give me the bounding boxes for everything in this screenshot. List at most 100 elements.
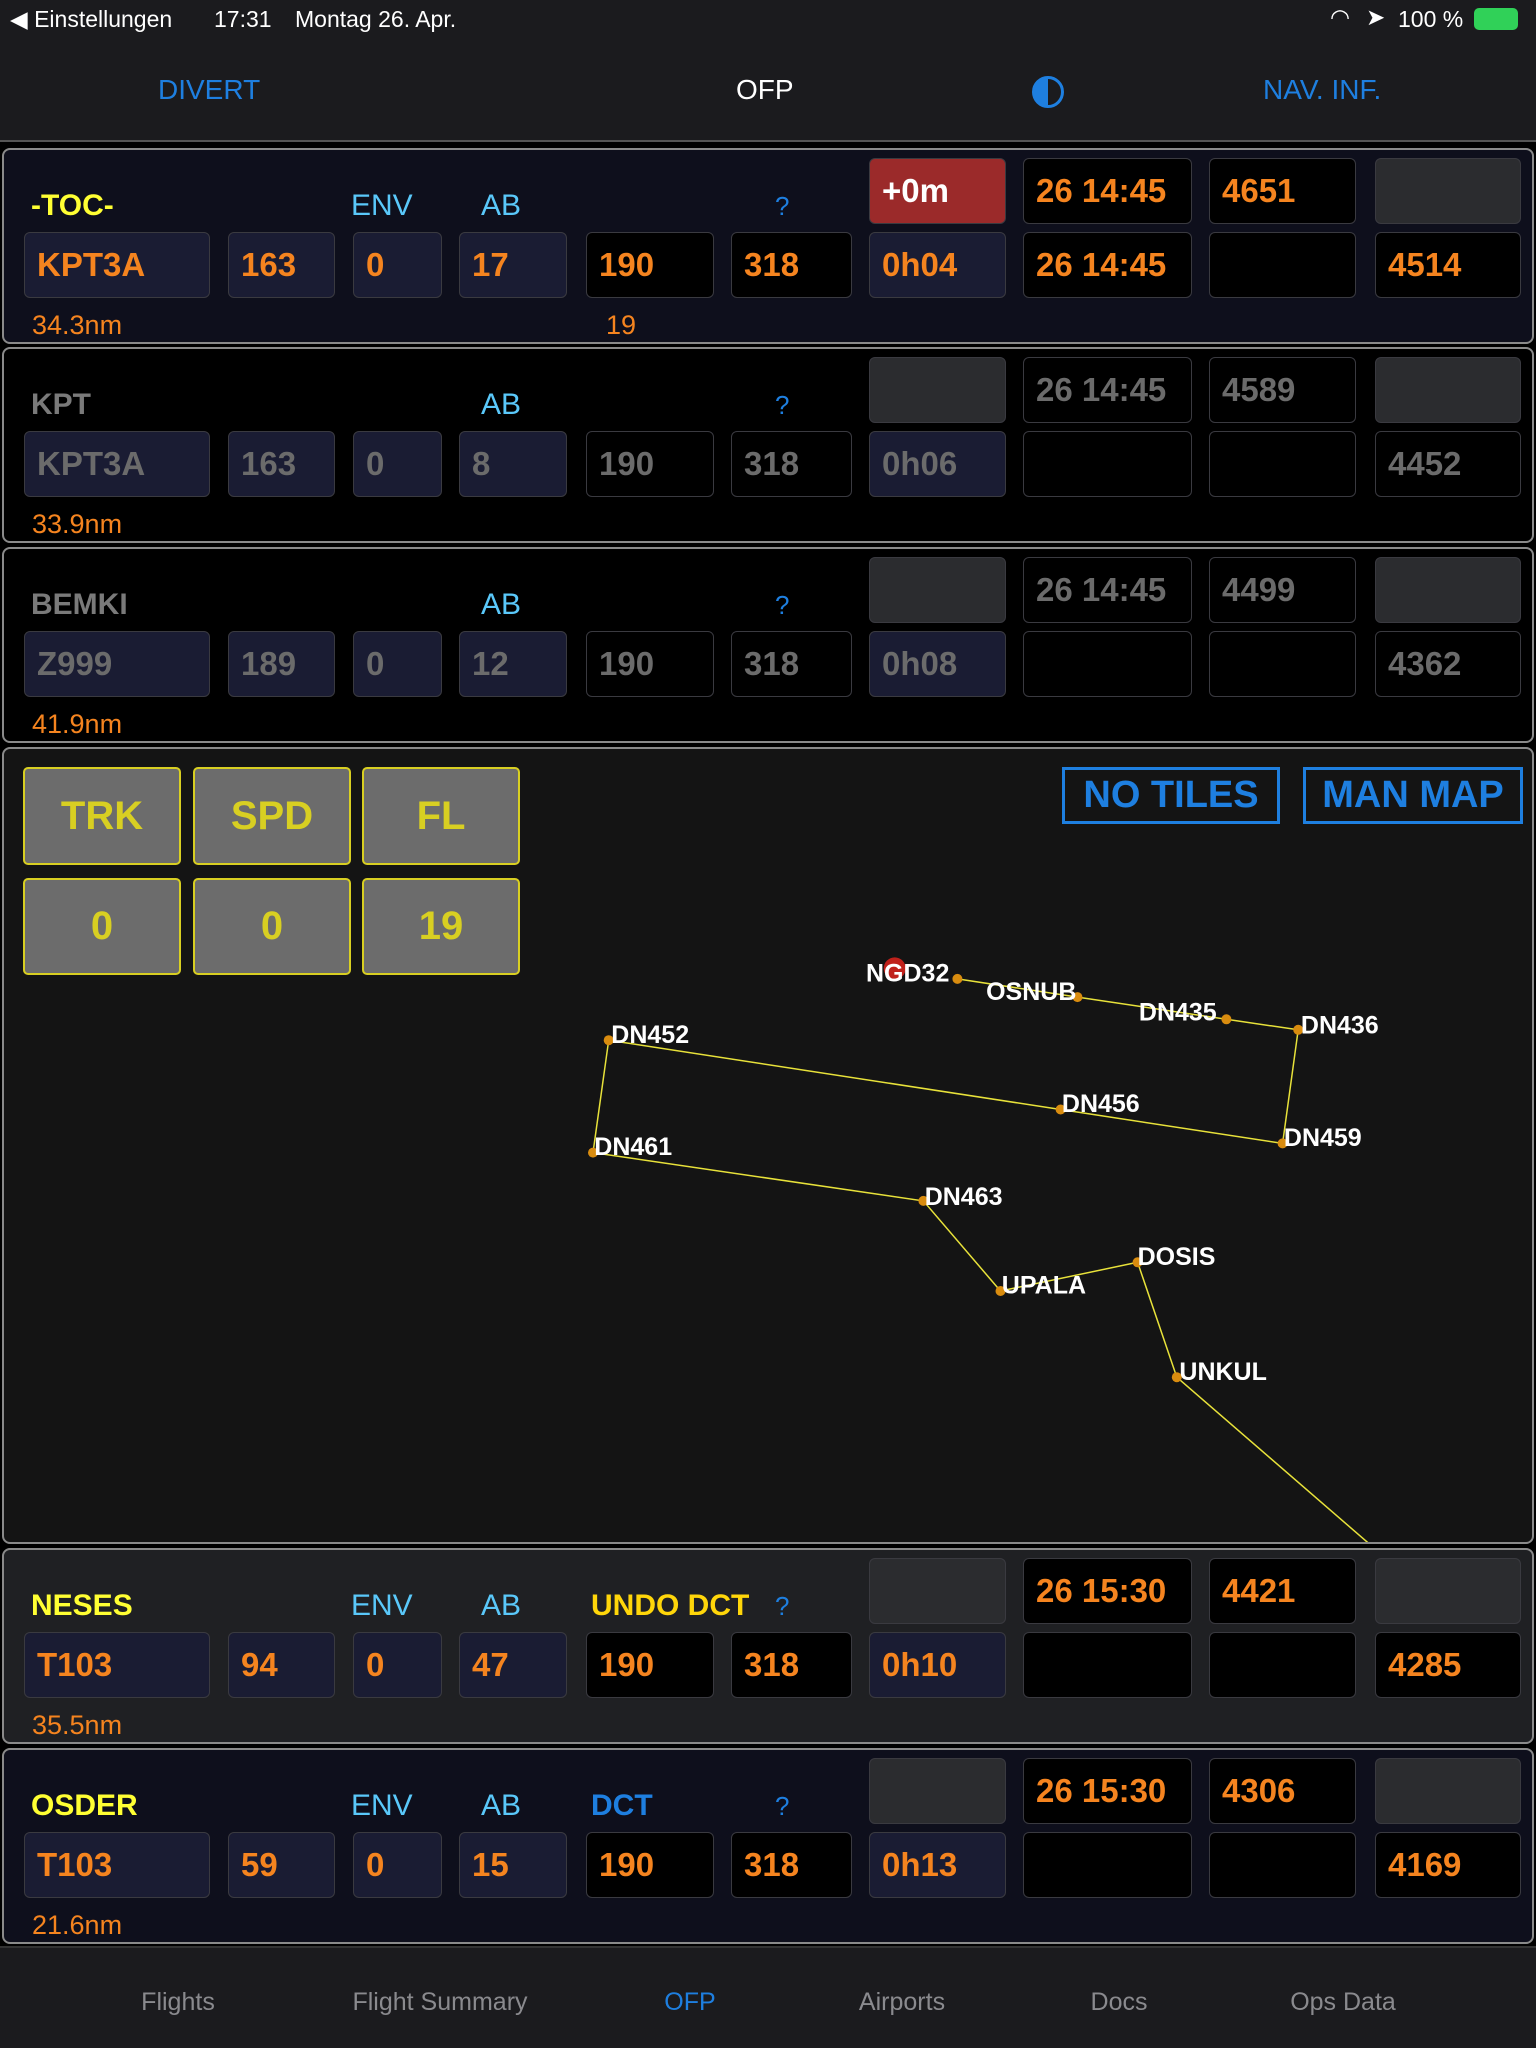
bottom-value-cell[interactable]: 26 14:45	[1023, 232, 1192, 298]
help-button[interactable]: ?	[775, 587, 789, 623]
top-value-cell[interactable]	[1375, 1558, 1521, 1624]
ab-label[interactable]: AB	[481, 587, 521, 623]
fl-value[interactable]: 19	[362, 878, 520, 975]
bottom-value-cell[interactable]: 318	[731, 232, 852, 298]
top-value-cell[interactable]	[869, 1558, 1006, 1624]
top-value-cell[interactable]: 26 15:30	[1023, 1758, 1192, 1824]
top-value-cell[interactable]	[1375, 158, 1521, 224]
help-button[interactable]: ?	[775, 1588, 789, 1624]
bottom-value-cell[interactable]: 0h13	[869, 1832, 1006, 1898]
ab-label[interactable]: AB	[481, 387, 521, 423]
top-value-cell[interactable]	[869, 1758, 1006, 1824]
bottom-value-cell[interactable]: 0	[353, 431, 442, 497]
bottom-value-cell[interactable]: 190	[586, 1632, 714, 1698]
nav-inf-button[interactable]: NAV. INF.	[1263, 74, 1381, 106]
bottom-value-cell[interactable]	[1209, 1632, 1356, 1698]
bottom-value-cell[interactable]: 163	[228, 431, 335, 497]
top-value-cell[interactable]: +0m	[869, 158, 1006, 224]
bottom-value-cell[interactable]: 4362	[1375, 631, 1521, 697]
bottom-value-cell[interactable]	[1023, 1632, 1192, 1698]
ab-label[interactable]: AB	[481, 188, 521, 224]
help-button[interactable]: ?	[775, 1788, 789, 1824]
top-value-cell[interactable]: 4499	[1209, 557, 1356, 623]
tab-ops-data[interactable]: Ops Data	[1290, 1988, 1396, 2017]
tab-airports[interactable]: Airports	[859, 1988, 945, 2017]
bottom-value-cell[interactable]: 163	[228, 232, 335, 298]
bottom-value-cell[interactable]: 318	[731, 431, 852, 497]
help-button[interactable]: ?	[775, 387, 789, 423]
bottom-value-cell[interactable]: Z999	[24, 631, 210, 697]
bottom-value-cell[interactable]: 94	[228, 1632, 335, 1698]
bottom-value-cell[interactable]: 0h06	[869, 431, 1006, 497]
tab-flight-summary[interactable]: Flight Summary	[352, 1988, 527, 2017]
bottom-value-cell[interactable]: 0h04	[869, 232, 1006, 298]
bottom-value-cell[interactable]: 8	[459, 431, 567, 497]
bottom-value-cell[interactable]: 17	[459, 232, 567, 298]
waypoint-row[interactable]: BEMKI AB? 26 14:45 4499 Z999 189 0 12 190 318 0h08…	[2, 547, 1534, 743]
bottom-value-cell[interactable]: 4285	[1375, 1632, 1521, 1698]
waypoint-row[interactable]: -TOC- ENV AB? +0m 26 14:45 4651 KPT3A 163 0 17 190…	[2, 148, 1534, 344]
top-value-cell[interactable]: 4589	[1209, 357, 1356, 423]
bottom-value-cell[interactable]: 190	[586, 232, 714, 298]
bottom-value-cell[interactable]: 318	[731, 631, 852, 697]
spd-value[interactable]: 0	[193, 878, 351, 975]
bottom-value-cell[interactable]: 12	[459, 631, 567, 697]
bottom-value-cell[interactable]: 4169	[1375, 1832, 1521, 1898]
top-value-cell[interactable]	[869, 357, 1006, 423]
top-value-cell[interactable]	[869, 557, 1006, 623]
top-value-cell[interactable]: 26 15:30	[1023, 1558, 1192, 1624]
trk-value[interactable]: 0	[23, 878, 181, 975]
waypoint-row[interactable]: KPT AB? 26 14:45 4589 KPT3A 163 0 8 190 318 0h06 44…	[2, 347, 1534, 543]
env-label[interactable]: ENV	[351, 1588, 413, 1624]
bottom-value-cell[interactable]: 0	[353, 631, 442, 697]
dct-button[interactable]: DCT	[591, 1788, 653, 1824]
bottom-value-cell[interactable]	[1209, 631, 1356, 697]
tab-docs[interactable]: Docs	[1091, 1988, 1148, 2017]
bottom-value-cell[interactable]: 4452	[1375, 431, 1521, 497]
divert-button[interactable]: DIVERT	[158, 74, 260, 106]
tab-flights[interactable]: Flights	[141, 1988, 215, 2017]
no-tiles-button[interactable]: NO TILES	[1062, 767, 1280, 824]
man-map-button[interactable]: MAN MAP	[1303, 767, 1523, 824]
bottom-value-cell[interactable]	[1209, 1832, 1356, 1898]
bottom-value-cell[interactable]	[1209, 232, 1356, 298]
top-value-cell[interactable]: 26 14:45	[1023, 557, 1192, 623]
env-label[interactable]: ENV	[351, 188, 413, 224]
half-circle-icon[interactable]	[1032, 76, 1064, 108]
back-to-settings[interactable]: ◀ Einstellungen	[10, 6, 172, 33]
bottom-value-cell[interactable]: 189	[228, 631, 335, 697]
env-label[interactable]: ENV	[351, 1788, 413, 1824]
bottom-value-cell[interactable]: 318	[731, 1632, 852, 1698]
top-value-cell[interactable]: 4651	[1209, 158, 1356, 224]
route-map[interactable]: NGD32 OSNUB DN435 DN436 DN459 DN456 DN452 DN461…	[2, 747, 1534, 1544]
top-value-cell[interactable]	[1375, 1758, 1521, 1824]
bottom-value-cell[interactable]: 0	[353, 232, 442, 298]
route-map-canvas[interactable]: NGD32 OSNUB DN435 DN436 DN459 DN456 DN452 DN461…	[4, 749, 1534, 1544]
waypoint-marker[interactable]	[1221, 1014, 1232, 1025]
bottom-value-cell[interactable]: 190	[586, 631, 714, 697]
bottom-value-cell[interactable]: 4514	[1375, 232, 1521, 298]
bottom-value-cell[interactable]: T103	[24, 1632, 210, 1698]
waypoint-row[interactable]: NESES ENV AB UNDO DCT? 26 15:30 4421 T103 94 0 47…	[2, 1548, 1534, 1744]
top-value-cell[interactable]: 4306	[1209, 1758, 1356, 1824]
bottom-value-cell[interactable]: 0h10	[869, 1632, 1006, 1698]
top-value-cell[interactable]	[1375, 357, 1521, 423]
bottom-value-cell[interactable]: KPT3A	[24, 431, 210, 497]
bottom-value-cell[interactable]: 0	[353, 1632, 442, 1698]
bottom-value-cell[interactable]	[1023, 431, 1192, 497]
bottom-value-cell[interactable]: 47	[459, 1632, 567, 1698]
top-value-cell[interactable]: 4421	[1209, 1558, 1356, 1624]
bottom-value-cell[interactable]: T103	[24, 1832, 210, 1898]
bottom-value-cell[interactable]: 0h08	[869, 631, 1006, 697]
ab-label[interactable]: AB	[481, 1588, 521, 1624]
waypoint-row[interactable]: OSDER ENV AB DCT? 26 15:30 4306 T103 59 0 15 190 31…	[2, 1748, 1534, 1944]
ab-label[interactable]: AB	[481, 1788, 521, 1824]
bottom-value-cell[interactable]: 318	[731, 1832, 852, 1898]
bottom-value-cell[interactable]	[1209, 431, 1356, 497]
dct-button[interactable]: UNDO DCT	[591, 1588, 749, 1624]
bottom-value-cell[interactable]: 190	[586, 1832, 714, 1898]
top-value-cell[interactable]	[1375, 557, 1521, 623]
bottom-value-cell[interactable]: 15	[459, 1832, 567, 1898]
bottom-value-cell[interactable]: 190	[586, 431, 714, 497]
waypoint-marker[interactable]	[952, 973, 963, 984]
